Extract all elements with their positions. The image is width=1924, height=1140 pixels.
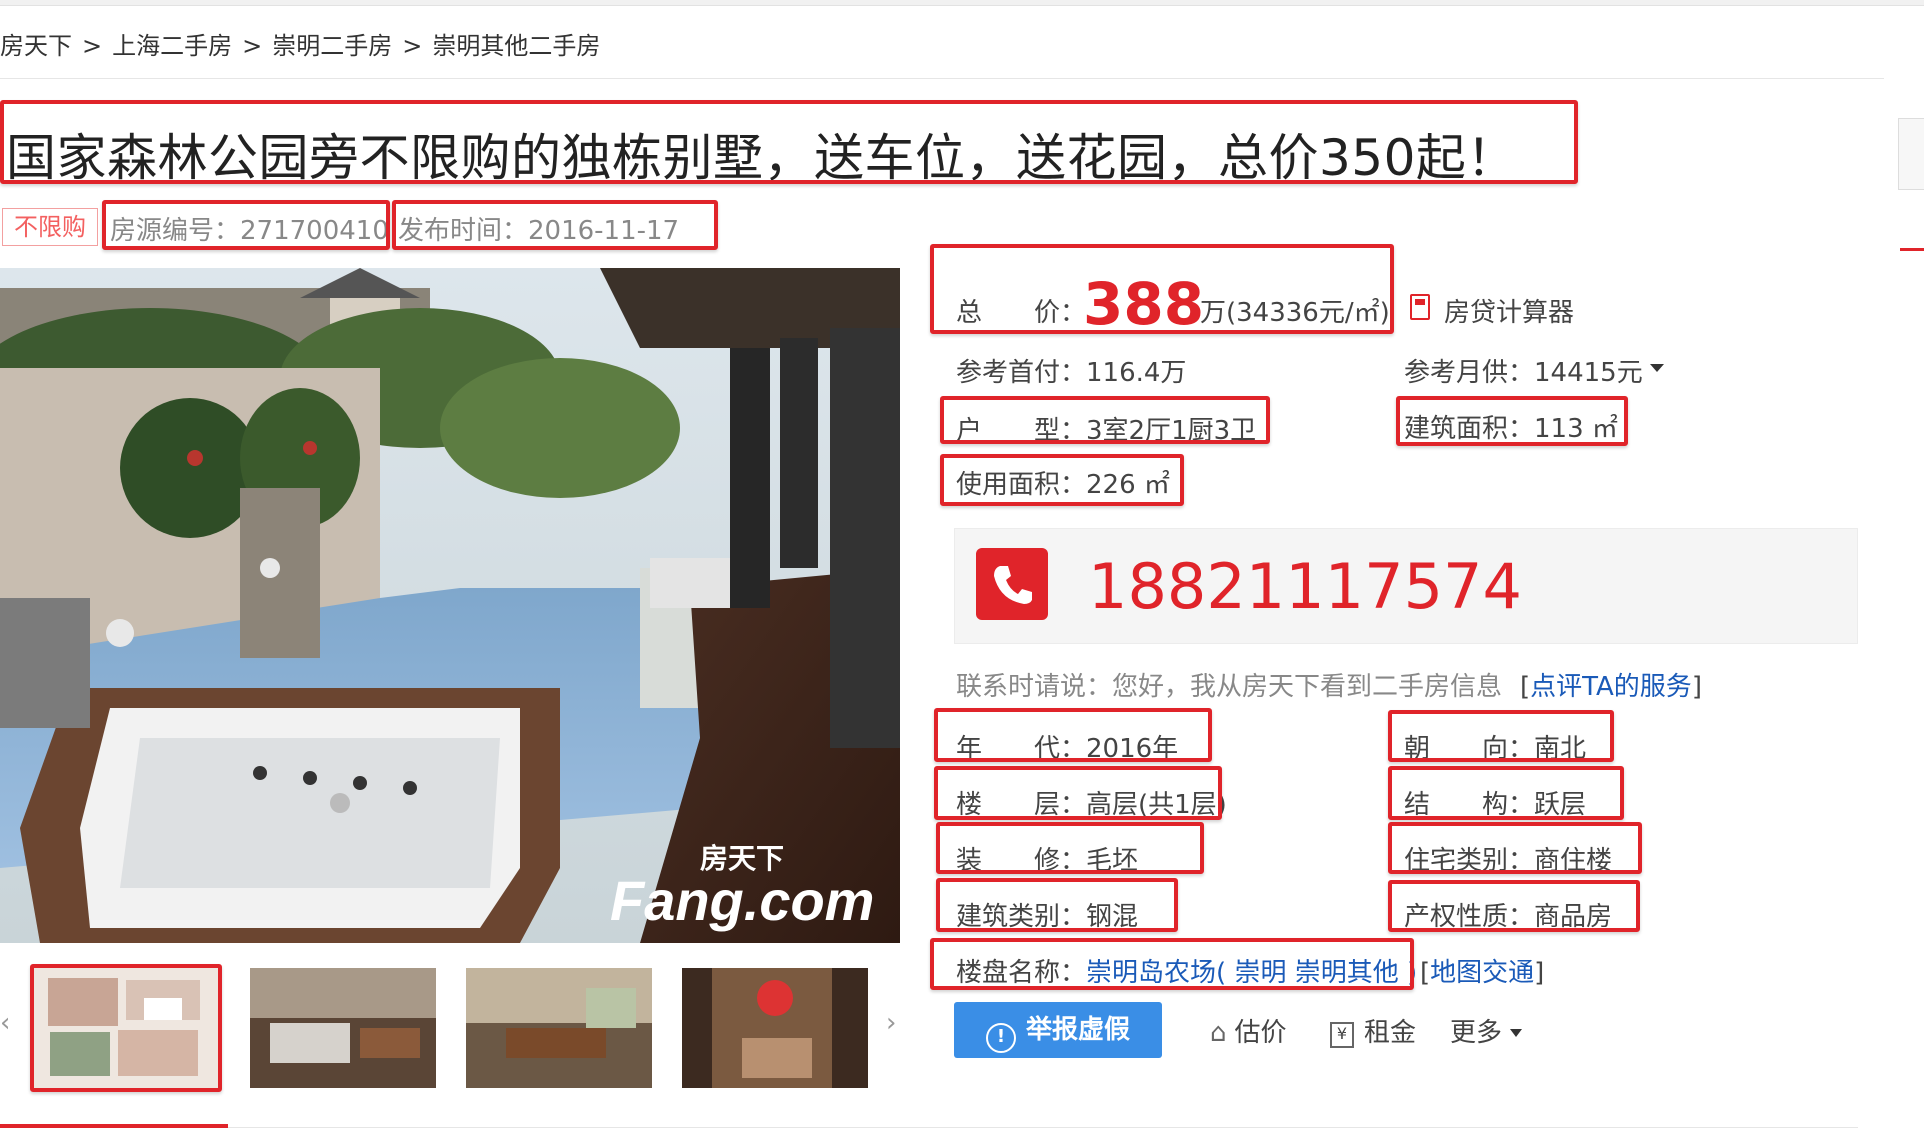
- house-icon: ⌂: [1210, 1018, 1227, 1048]
- annotation-box-thumbnail: [30, 964, 222, 1092]
- annotation-box-decoration: [936, 822, 1204, 874]
- breadcrumb: 房天下 > 上海二手房 > 崇明二手房 > 崇明其他二手房: [0, 26, 600, 61]
- contact-hint: 联系时请说：您好，我从房天下看到二手房信息: [956, 672, 1503, 702]
- phone-icon: [976, 548, 1048, 620]
- annotation-box-building-type: [936, 878, 1178, 932]
- annotation-box-estate: [930, 938, 1414, 990]
- yen-icon: ¥: [1330, 1022, 1354, 1048]
- annotation-box-title: [0, 100, 1578, 184]
- annotation-box-area: [1396, 396, 1628, 446]
- bottom-divider: [228, 1127, 1858, 1128]
- thumbnail-hall[interactable]: [682, 968, 868, 1088]
- down-payment: 参考首付：116.4万: [956, 358, 1187, 388]
- living-room-thumbnail-image: [250, 968, 436, 1088]
- annotation-box-year: [934, 708, 1212, 762]
- estimate-label: 估价: [1234, 1018, 1287, 1048]
- dining-room-thumbnail-image: [466, 968, 652, 1088]
- review-link-wrapper: [点评TA的服务]: [1520, 672, 1702, 702]
- more-label: 更多: [1450, 1018, 1503, 1048]
- map-link-wrapper: [地图交通]: [1420, 958, 1545, 988]
- more-button[interactable]: 更多: [1450, 1012, 1523, 1049]
- hall-thumbnail-image: [682, 968, 868, 1088]
- review-service-link[interactable]: 点评TA的服务: [1530, 672, 1692, 702]
- monthly-payment: 参考月供：14415元: [1404, 358, 1643, 388]
- breadcrumb-separator: >: [402, 32, 423, 60]
- thumbnail-dining-room[interactable]: [466, 968, 652, 1088]
- chevron-down-icon[interactable]: [1650, 364, 1664, 372]
- photo-watermark-en: Fang.com: [610, 869, 874, 932]
- breadcrumb-separator: >: [242, 32, 263, 60]
- breadcrumb-separator: >: [82, 32, 103, 60]
- breadcrumb-item-chongming[interactable]: 崇明二手房: [272, 32, 392, 60]
- rent-button[interactable]: ¥ 租金: [1330, 1012, 1416, 1049]
- phone-number[interactable]: 18821117574: [1088, 550, 1522, 623]
- main-photo[interactable]: 房天下 Fang.com: [0, 268, 900, 943]
- annotation-box-usable-area: [940, 454, 1184, 506]
- breadcrumb-item-shanghai[interactable]: 上海二手房: [112, 32, 232, 60]
- annotation-box-structure: [1388, 766, 1624, 820]
- annotation-box-listing-id: [102, 200, 390, 250]
- info-icon: !: [985, 1023, 1016, 1053]
- breadcrumb-item-chongming-other[interactable]: 崇明其他二手房: [432, 32, 600, 60]
- report-fake-label: 举报虚假: [1025, 1015, 1130, 1045]
- annotation-box-floor: [934, 766, 1222, 820]
- thumbnail-prev-arrow[interactable]: ‹: [0, 1008, 10, 1038]
- no-purchase-limit-badge: 不限购: [2, 208, 98, 246]
- thumbnail-next-arrow[interactable]: ›: [886, 1008, 896, 1038]
- estimate-button[interactable]: ⌂ 估价: [1210, 1012, 1287, 1049]
- sidebar-accent-line: [1900, 248, 1924, 251]
- chevron-down-icon: [1510, 1029, 1523, 1037]
- bottom-tab-active: [0, 1124, 228, 1128]
- sidebar-panel-edge[interactable]: [1898, 118, 1924, 190]
- annotation-box-price: [930, 244, 1394, 334]
- breadcrumb-item-home[interactable]: 房天下: [0, 32, 72, 60]
- annotation-box-residence-type: [1388, 822, 1642, 874]
- pool-villa-image: 房天下 Fang.com: [0, 268, 900, 943]
- calculator-icon: [1410, 294, 1430, 320]
- thumbnail-living-room[interactable]: [250, 968, 436, 1088]
- report-fake-button[interactable]: ! 举报虚假: [954, 1002, 1162, 1058]
- loan-calculator-link[interactable]: 房贷计算器: [1444, 292, 1574, 329]
- top-border: [0, 0, 1924, 6]
- annotation-box-layout: [940, 396, 1270, 444]
- breadcrumb-divider: [0, 78, 1884, 79]
- annotation-box-orientation: [1388, 710, 1614, 762]
- annotation-box-property-right: [1388, 880, 1640, 932]
- map-traffic-link[interactable]: 地图交通: [1430, 958, 1534, 988]
- annotation-box-publish-time: [392, 200, 718, 250]
- rent-label: 租金: [1364, 1018, 1417, 1048]
